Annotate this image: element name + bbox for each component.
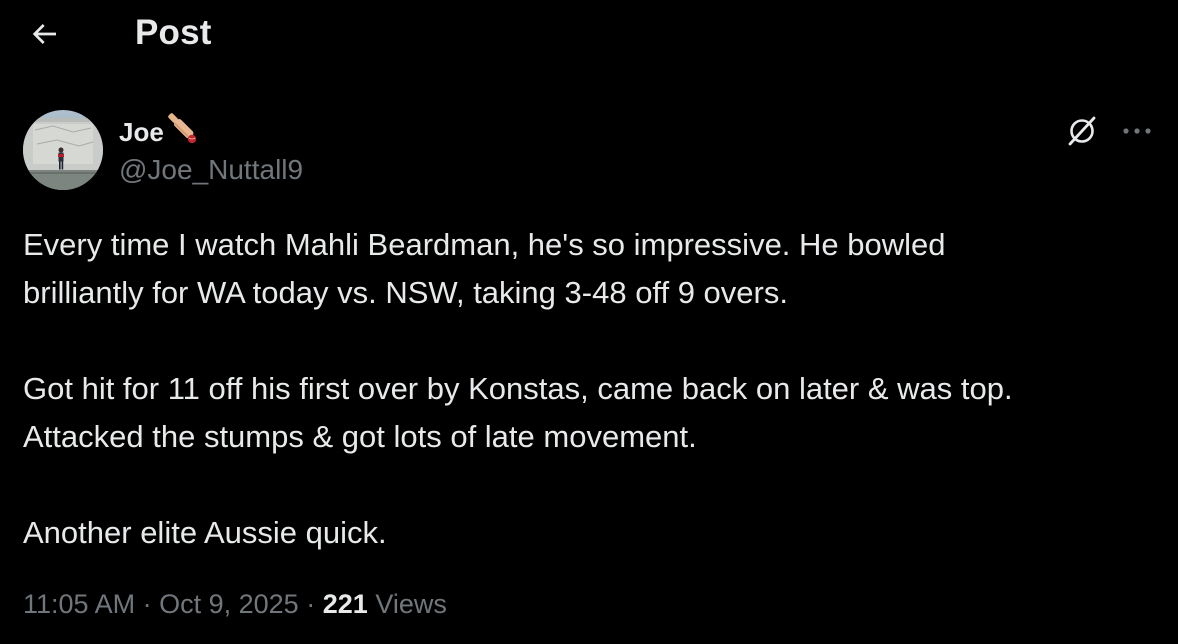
author-handle[interactable]: @Joe_Nuttall9 (119, 154, 303, 186)
post-date[interactable]: Oct 9, 2025 (159, 589, 299, 619)
meta-separator: · (142, 589, 152, 619)
author-display-name: Joe (119, 117, 164, 147)
cricket-bat-and-ball-icon (166, 111, 200, 150)
views-label: Views (375, 589, 447, 619)
author-name[interactable]: Joe (119, 113, 200, 150)
more-horizontal-icon (1123, 128, 1151, 134)
more-options-button[interactable] (1115, 111, 1159, 151)
post-text-line: brilliantly for WA today vs. NSW, taking… (23, 275, 788, 310)
post-text-line: Got hit for 11 off his first over by Kon… (23, 371, 1013, 406)
arrow-left-icon (32, 24, 56, 44)
post-header: Post (0, 0, 1178, 70)
post-time[interactable]: 11:05 AM (23, 589, 135, 619)
back-button[interactable] (18, 14, 70, 54)
post-text-line: Every time I watch Mahli Beardman, he's … (23, 227, 946, 262)
post-text: Every time I watch Mahli Beardman, he's … (23, 221, 1163, 557)
grok-icon (1068, 116, 1096, 146)
post-text-line: Another elite Aussie quick. (23, 515, 387, 550)
avatar[interactable] (23, 110, 103, 190)
page-title: Post (135, 13, 212, 52)
grok-button[interactable] (1062, 111, 1102, 151)
meta-separator: · (306, 589, 316, 619)
post-text-line: Attacked the stumps & got lots of late m… (23, 419, 697, 454)
post-metadata: 11:05 AM · Oct 9, 2025 · 221 Views (23, 589, 447, 620)
views-count: 221 (322, 589, 368, 619)
